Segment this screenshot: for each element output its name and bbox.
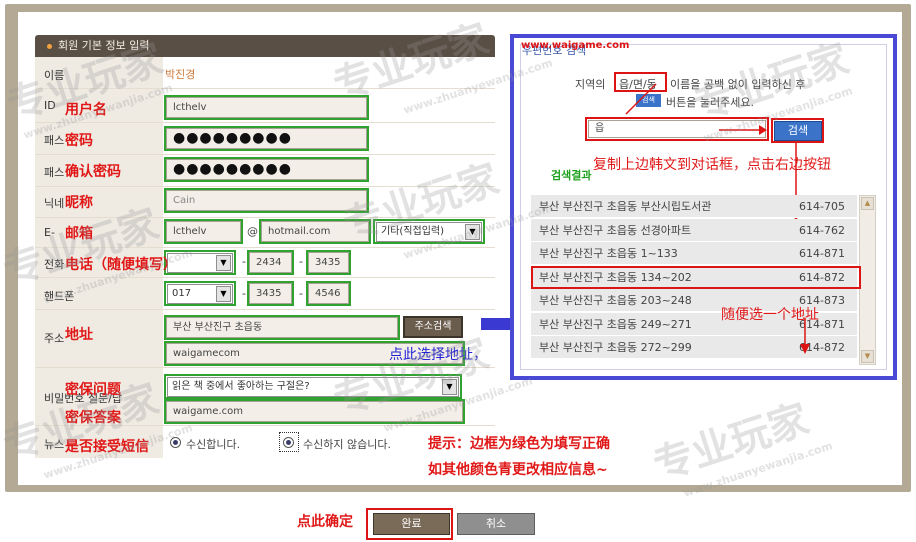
chevron-down-icon: ▼ — [442, 379, 457, 395]
id-label: ID — [44, 99, 56, 112]
address-input[interactable]: 부산 부산진구 초읍동 — [166, 317, 398, 338]
note-click-confirm: 点此确定 — [297, 514, 353, 530]
cancel-button[interactable]: 취소 — [457, 513, 535, 535]
password-label: 패스 — [44, 134, 65, 147]
newsletter-label: 뉴스 — [44, 438, 65, 451]
phone-mid-input[interactable]: 2434 — [249, 252, 292, 273]
note-security-question: 密保问题 — [65, 382, 121, 398]
note-username: 用户名 — [65, 102, 107, 118]
radio-not-receive-label: 수신하지 않습니다. — [303, 438, 391, 451]
result-row[interactable]: 부산 부산진구 초읍동 선경아파트 614-762 — [531, 218, 857, 242]
email-select-value: 기타(직접입력) — [381, 226, 445, 237]
mobile-prefix-select[interactable]: 017 ▼ — [167, 284, 233, 304]
mobile-dash-1: - — [242, 287, 246, 300]
note-confirm-password: 确认密码 — [65, 164, 121, 180]
results-label: 검색결과 — [551, 169, 592, 182]
result-zipcode: 614-705 — [799, 200, 845, 213]
form-header: 회원 기본 정보 입력 — [35, 35, 495, 57]
note-password: 密码 — [65, 133, 93, 149]
result-zipcode: 614-871 — [799, 247, 845, 260]
form-title: 회원 기본 정보 입력 — [58, 39, 150, 52]
result-address: 부산 부산진구 초읍동 249~271 — [539, 317, 692, 331]
copy-pointer-icon — [625, 83, 657, 115]
nickname-input[interactable]: Cain — [166, 190, 367, 211]
security-question-value: 읽은 책 중에서 좋아하는 구절은? — [172, 381, 310, 392]
email-at-sign: @ — [247, 225, 258, 238]
result-address: 부산 부산진구 초읍동 272~299 — [539, 341, 692, 354]
security-question-select[interactable]: 읽은 책 중에서 좋아하는 구절은? ▼ — [167, 377, 459, 397]
mobile-prefix-value: 017 — [172, 288, 192, 299]
password-input[interactable]: ●●●●●●●●● — [166, 128, 367, 149]
radio-receive[interactable] — [170, 437, 181, 448]
row-name: 이름 박진경 — [35, 57, 495, 89]
chevron-down-icon: ▼ — [216, 255, 231, 271]
note-tip-2: 如其他颜色青更改相应信息~ — [428, 462, 608, 478]
name-label: 이름 — [44, 69, 65, 82]
chevron-down-icon: ▼ — [465, 224, 480, 240]
result-address: 부산 부산진구 초읍동 부산시립도서관 — [539, 200, 712, 213]
confirm-button[interactable]: 완료 — [373, 513, 450, 535]
selected-result-frame — [531, 266, 861, 289]
radio-not-receive[interactable] — [283, 437, 294, 448]
phone-dash-1: - — [242, 255, 246, 268]
email-domain-select[interactable]: 기타(직접입력) ▼ — [376, 222, 482, 242]
nickname-label: 닉네 — [44, 197, 65, 210]
email-user-input[interactable]: lcthelv — [166, 221, 241, 242]
popup-instruction-line2: 버튼을 눌러주세요. — [666, 96, 754, 109]
bullet-icon — [47, 43, 52, 49]
scroll-down-icon[interactable]: ▼ — [861, 350, 874, 363]
arrow-down-icon — [800, 318, 810, 354]
note-email: 邮箱 — [65, 226, 93, 242]
result-row[interactable]: 부산 부산진구 초읍동 1~133 614-871 — [531, 242, 857, 265]
popup-search-button[interactable]: 검색 — [774, 121, 822, 141]
scroll-up-icon[interactable]: ▲ — [861, 197, 874, 210]
address-search-button[interactable]: 주소검색 — [403, 316, 463, 338]
result-address: 부산 부산진구 초읍동 1~133 — [539, 247, 678, 260]
watermark-url-label: www.waigame.com — [521, 40, 630, 51]
chevron-down-icon: ▼ — [216, 286, 231, 302]
id-input[interactable]: lcthelv — [166, 97, 367, 118]
result-address: 부산 부산진구 초읍동 203~248 — [539, 294, 692, 307]
note-security-answer: 密保答案 — [65, 410, 121, 426]
result-address: 부산 부산진구 초읍동 선경아파트 — [539, 223, 692, 237]
security-answer-input[interactable]: waigame.com — [166, 401, 463, 422]
note-address: 地址 — [65, 327, 93, 343]
result-row[interactable]: 부산 부산진구 초읍동 부산시립도서관 614-705 — [531, 195, 857, 218]
note-sms: 是否接受短信 — [65, 439, 149, 455]
email-domain-input[interactable]: hotmail.com — [261, 221, 369, 242]
note-tip-1: 提示：边框为绿色为填写正确 — [428, 436, 610, 452]
mobile-mid-input[interactable]: 3435 — [249, 283, 292, 304]
name-value: 박진경 — [165, 68, 196, 81]
note-nickname: 昵称 — [65, 195, 93, 211]
password-confirm-input[interactable]: ●●●●●●●●● — [166, 159, 367, 180]
phone-last-input[interactable]: 3435 — [308, 252, 349, 273]
popup-instruction-post: 이름을 공백 없이 입력하신 후 — [670, 78, 806, 91]
results-scrollbar[interactable]: ▲ ▼ — [859, 195, 876, 365]
result-zipcode: 614-762 — [799, 223, 845, 237]
phone-dash-2: - — [299, 255, 303, 268]
mobile-dash-2: - — [299, 287, 303, 300]
email-label: E- — [44, 226, 55, 239]
arrow-right-icon — [719, 125, 767, 135]
mobile-label: 핸드폰 — [44, 290, 75, 303]
password-confirm-label: 패스 — [44, 166, 65, 179]
note-phone: 电话（随便填写） — [65, 257, 177, 273]
address-label: 주소 — [44, 332, 65, 345]
phone-label: 전화 — [44, 258, 65, 271]
radio-receive-label: 수신합니다. — [186, 438, 241, 451]
popup-instruction-pre: 지역의 — [575, 78, 606, 91]
mobile-last-input[interactable]: 4546 — [308, 283, 349, 304]
note-click-address: 点此选择地址， — [389, 347, 487, 363]
